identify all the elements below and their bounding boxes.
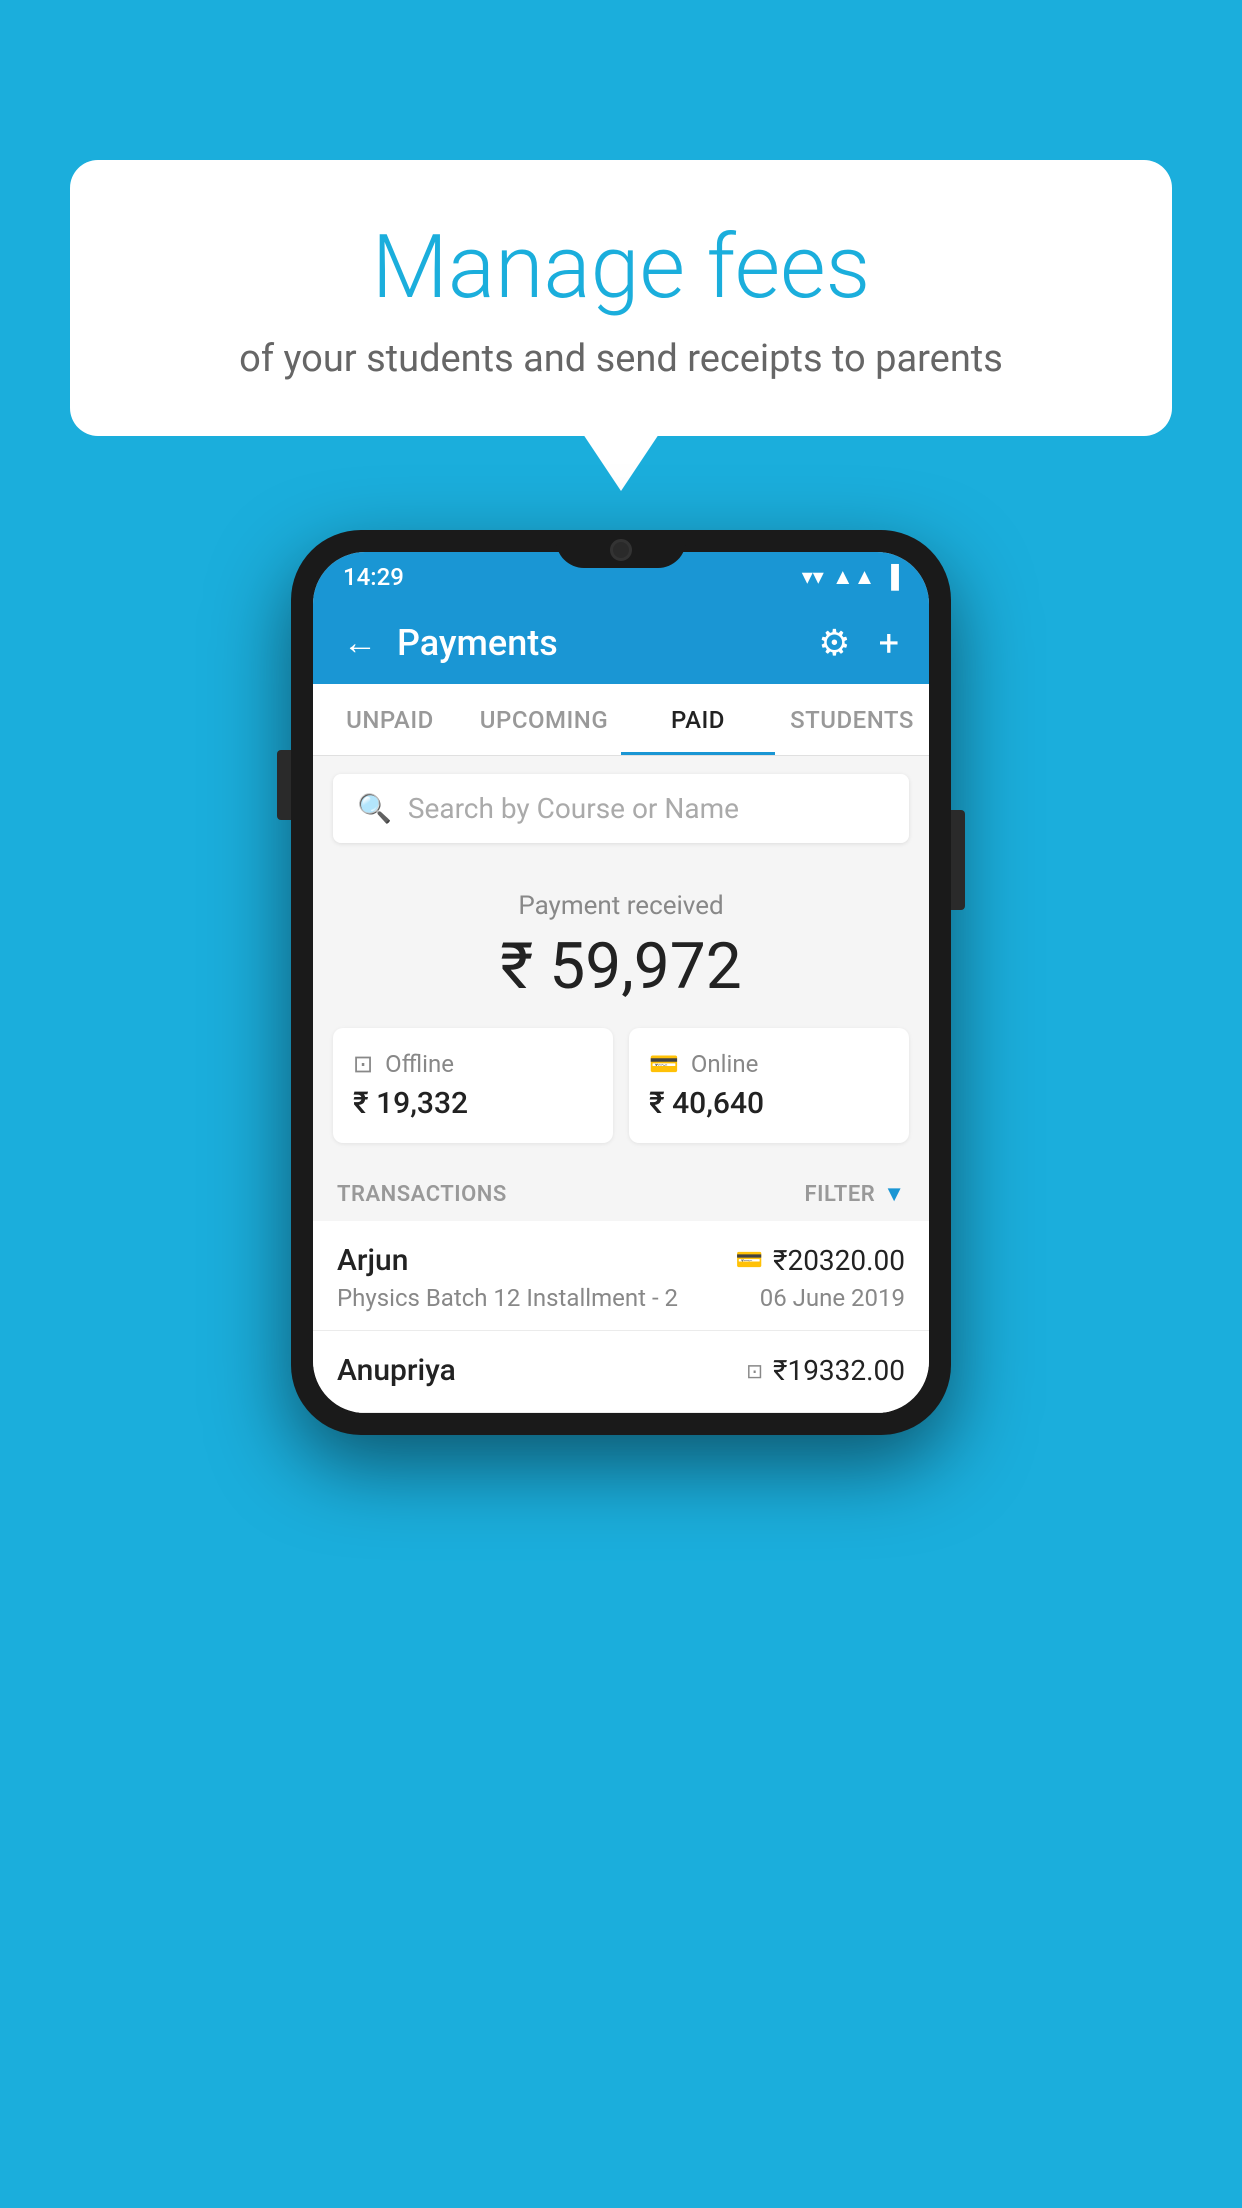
app-header: ← Payments ⚙ + xyxy=(313,602,929,684)
online-amount: ₹ 40,640 xyxy=(649,1086,889,1121)
transaction-bottom: Physics Batch 12 Installment - 2 06 June… xyxy=(337,1284,905,1312)
transaction-name: Arjun xyxy=(337,1243,408,1278)
cash-payment-icon: ⊡ xyxy=(746,1359,763,1383)
tab-upcoming[interactable]: UPCOMING xyxy=(467,684,621,755)
add-button[interactable]: + xyxy=(879,622,899,664)
payment-total-amount: ₹ 59,972 xyxy=(333,929,909,1004)
phone-mockup: 14:29 ▾▾ ▲▲ ▐ ← Payments ⚙ + xyxy=(291,530,951,1435)
online-card-header: 💳 Online xyxy=(649,1050,889,1078)
transaction-amount-row: 💳 ₹20320.00 xyxy=(736,1244,905,1277)
back-button[interactable]: ← xyxy=(343,623,377,663)
tab-unpaid[interactable]: UNPAID xyxy=(313,684,467,755)
filter-button[interactable]: FILTER ▼ xyxy=(805,1181,905,1207)
transaction-top: Arjun 💳 ₹20320.00 xyxy=(337,1243,905,1278)
camera xyxy=(610,539,632,561)
transaction-amount: ₹20320.00 xyxy=(773,1244,905,1277)
transaction-date: 06 June 2019 xyxy=(760,1284,905,1312)
offline-amount: ₹ 19,332 xyxy=(353,1086,593,1121)
search-container: 🔍 Search by Course or Name xyxy=(313,756,929,861)
speech-bubble: Manage fees of your students and send re… xyxy=(70,160,1172,436)
cash-icon: ⊡ xyxy=(353,1050,373,1078)
header-left: ← Payments xyxy=(343,622,558,664)
table-row[interactable]: Anupriya ⊡ ₹19332.00 xyxy=(313,1331,929,1413)
phone-screen: 14:29 ▾▾ ▲▲ ▐ ← Payments ⚙ + xyxy=(313,552,929,1413)
header-right: ⚙ + xyxy=(818,622,899,664)
tabs-container: UNPAID UPCOMING PAID STUDENTS xyxy=(313,684,929,756)
transaction-top: Anupriya ⊡ ₹19332.00 xyxy=(337,1353,905,1388)
filter-label: FILTER xyxy=(805,1182,876,1207)
tab-paid[interactable]: PAID xyxy=(621,684,775,755)
bubble-title: Manage fees xyxy=(120,220,1122,317)
bubble-subtitle: of your students and send receipts to pa… xyxy=(120,337,1122,381)
speech-bubble-container: Manage fees of your students and send re… xyxy=(70,160,1172,436)
payment-summary: Payment received ₹ 59,972 ⊡ Offline ₹ 19… xyxy=(313,861,929,1163)
transactions-header: TRANSACTIONS FILTER ▼ xyxy=(313,1163,929,1221)
header-title: Payments xyxy=(397,622,558,664)
signal-icon: ▲▲ xyxy=(832,564,876,590)
tab-students[interactable]: STUDENTS xyxy=(775,684,929,755)
search-bar[interactable]: 🔍 Search by Course or Name xyxy=(333,774,909,843)
offline-card-header: ⊡ Offline xyxy=(353,1050,593,1078)
search-placeholder: Search by Course or Name xyxy=(408,792,739,825)
status-time: 14:29 xyxy=(343,563,404,591)
transaction-amount: ₹19332.00 xyxy=(773,1354,905,1387)
payment-received-label: Payment received xyxy=(333,891,909,921)
filter-icon: ▼ xyxy=(883,1181,905,1207)
online-card: 💳 Online ₹ 40,640 xyxy=(629,1028,909,1143)
offline-label: Offline xyxy=(385,1050,454,1078)
table-row[interactable]: Arjun 💳 ₹20320.00 Physics Batch 12 Insta… xyxy=(313,1221,929,1331)
gear-icon[interactable]: ⚙ xyxy=(818,622,850,664)
search-icon: 🔍 xyxy=(357,792,392,825)
transactions-list: Arjun 💳 ₹20320.00 Physics Batch 12 Insta… xyxy=(313,1221,929,1413)
wifi-icon: ▾▾ xyxy=(802,565,824,590)
phone-notch xyxy=(556,530,686,568)
transaction-desc: Physics Batch 12 Installment - 2 xyxy=(337,1284,678,1312)
offline-card: ⊡ Offline ₹ 19,332 xyxy=(333,1028,613,1143)
online-label: Online xyxy=(691,1050,758,1078)
status-icons: ▾▾ ▲▲ ▐ xyxy=(802,564,899,590)
transaction-name: Anupriya xyxy=(337,1353,456,1388)
card-payment-icon: 💳 xyxy=(736,1248,763,1273)
transaction-amount-row: ⊡ ₹19332.00 xyxy=(746,1354,905,1387)
card-icon: 💳 xyxy=(649,1050,679,1078)
transactions-label: TRANSACTIONS xyxy=(337,1182,507,1207)
payment-cards: ⊡ Offline ₹ 19,332 💳 Online ₹ 40,640 xyxy=(333,1028,909,1143)
battery-icon: ▐ xyxy=(883,564,899,590)
